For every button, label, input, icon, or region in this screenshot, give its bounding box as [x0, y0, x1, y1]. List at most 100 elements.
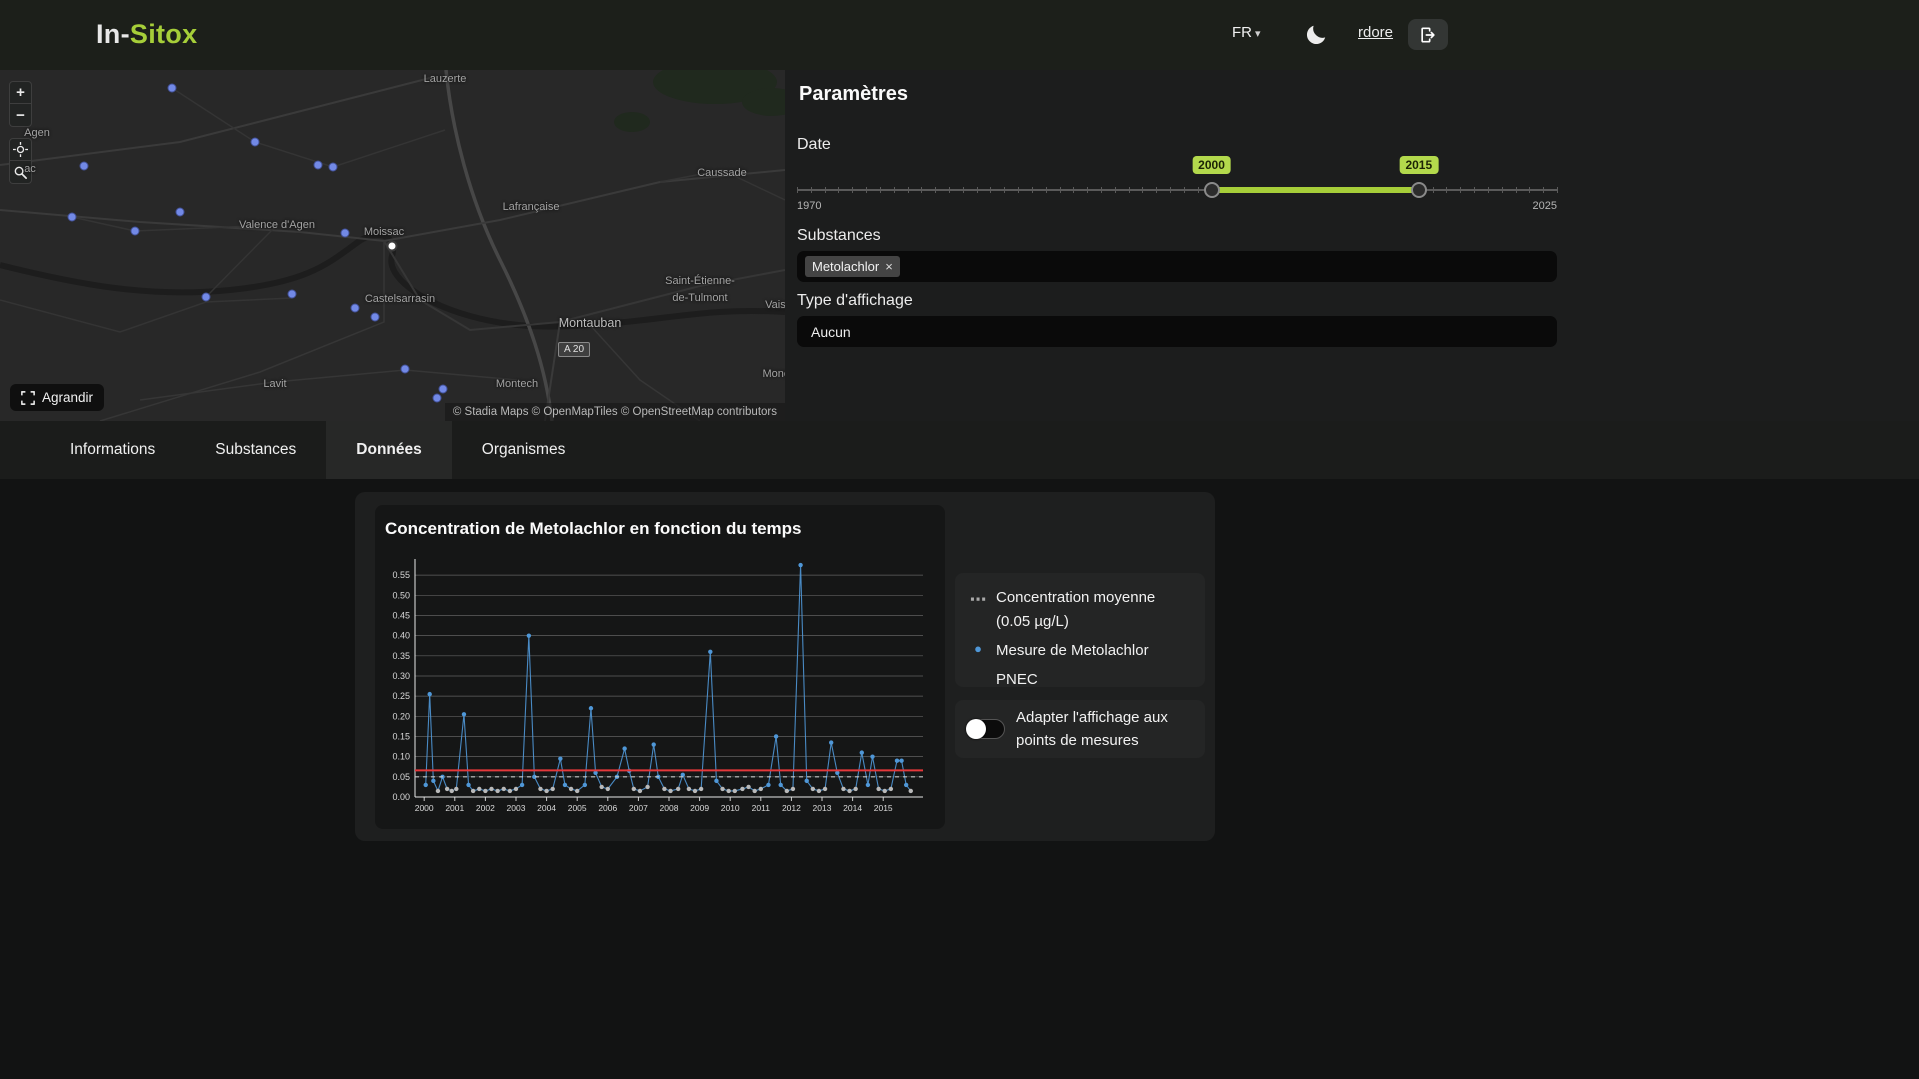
crosshair-icon	[13, 142, 28, 157]
tab-organismes[interactable]: Organismes	[452, 421, 596, 479]
svg-text:2015: 2015	[874, 803, 893, 813]
display-adapt-option: Adapter l'affichage aux points de mesure…	[955, 700, 1205, 758]
svg-text:0.45: 0.45	[392, 610, 410, 620]
map-marker[interactable]	[433, 394, 442, 403]
legend-item-mean: ⋯ Concentration moyenne (0.05 µg/L)	[969, 586, 1191, 634]
svg-text:0.30: 0.30	[392, 671, 410, 681]
substances-input[interactable]: Metolachlor ×	[797, 251, 1557, 282]
map-marker[interactable]	[131, 227, 140, 236]
zoom-out-button[interactable]: −	[9, 104, 32, 127]
legend-label-mean: Concentration moyenne (0.05 µg/L)	[996, 586, 1191, 634]
svg-text:2008: 2008	[660, 803, 679, 813]
svg-text:2005: 2005	[568, 803, 587, 813]
map-marker[interactable]	[288, 290, 297, 299]
map-marker[interactable]	[202, 293, 211, 302]
map-marker[interactable]	[439, 385, 448, 394]
svg-text:0.20: 0.20	[392, 711, 410, 721]
map-marker[interactable]	[168, 84, 177, 93]
map-attribution[interactable]: © Stadia Maps © OpenMapTiles © OpenStree…	[445, 403, 785, 421]
legend-item-measure: ● Mesure de Metolachlor	[969, 639, 1191, 663]
tab-informations[interactable]: Informations	[40, 421, 185, 479]
date-range-slider: 2000 2015 1970 2025	[797, 170, 1557, 216]
expand-icon	[21, 391, 35, 405]
map-controls: + −	[9, 81, 32, 184]
svg-text:0.40: 0.40	[392, 631, 410, 641]
brand-accent: Sitox	[130, 19, 198, 49]
svg-text:2004: 2004	[537, 803, 556, 813]
page: In-Sitox FR▾ rdore	[0, 0, 1919, 1079]
slider-track[interactable]	[797, 189, 1557, 191]
map-marker[interactable]	[176, 208, 185, 217]
tab-substances[interactable]: Substances	[185, 421, 326, 479]
svg-text:2013: 2013	[813, 803, 832, 813]
chip-remove-icon[interactable]: ×	[885, 259, 893, 274]
legend-label-measure: Mesure de Metolachlor	[996, 639, 1149, 663]
slider-min-label: 1970	[797, 200, 821, 212]
moon-icon	[1303, 22, 1329, 48]
slider-handle-from[interactable]	[1204, 182, 1220, 198]
date-label: Date	[797, 136, 831, 154]
svg-text:0.25: 0.25	[392, 691, 410, 701]
svg-text:2010: 2010	[721, 803, 740, 813]
data-card: Concentration de Metolachlor en fonction…	[355, 492, 1215, 841]
map-marker[interactable]	[251, 138, 260, 147]
map-marker[interactable]	[68, 213, 77, 222]
substances-label: Substances	[797, 227, 881, 245]
svg-text:2007: 2007	[629, 803, 648, 813]
map-marker[interactable]	[351, 304, 360, 313]
chart-title: Concentration de Metolachlor en fonction…	[385, 519, 802, 539]
display-type-label: Type d'affichage	[797, 292, 913, 310]
map-marker[interactable]	[80, 162, 89, 171]
adapt-display-label: Adapter l'affichage aux points de mesure…	[1016, 706, 1193, 753]
map-marker[interactable]	[371, 313, 380, 322]
map-marker[interactable]	[401, 365, 410, 374]
slider-handle-to[interactable]	[1411, 182, 1427, 198]
slider-value-from: 2000	[1192, 156, 1231, 174]
slider-max-label: 2025	[1533, 200, 1557, 212]
substance-chip: Metolachlor ×	[805, 256, 900, 277]
zoom-in-button[interactable]: +	[9, 81, 32, 104]
parameters-title: Paramètres	[799, 83, 908, 106]
brand-logo[interactable]: In-Sitox	[96, 19, 197, 50]
map-marker[interactable]	[341, 229, 350, 238]
display-type-value: Aucun	[811, 324, 851, 340]
search-button[interactable]	[9, 161, 32, 184]
svg-text:2012: 2012	[782, 803, 801, 813]
chevron-down-icon: ▾	[1255, 28, 1261, 40]
logout-button[interactable]	[1408, 19, 1448, 50]
map-marker-selected[interactable]	[387, 241, 398, 252]
display-type-select[interactable]: Aucun	[797, 316, 1557, 347]
toggle-knob	[966, 719, 986, 739]
map[interactable]: A 20 + − Agrandir © Stad	[0, 70, 785, 421]
dark-mode-toggle[interactable]	[1303, 22, 1329, 48]
chart-legend: ⋯ Concentration moyenne (0.05 µg/L) ● Me…	[955, 573, 1205, 687]
logout-icon	[1418, 25, 1438, 45]
svg-text:2009: 2009	[690, 803, 709, 813]
locate-button[interactable]	[9, 138, 32, 161]
search-icon	[13, 165, 28, 180]
slider-selected-range	[1212, 187, 1419, 193]
navbar: In-Sitox FR▾ rdore	[0, 0, 1919, 70]
svg-text:2011: 2011	[752, 803, 771, 813]
svg-text:2006: 2006	[598, 803, 617, 813]
svg-text:2014: 2014	[843, 803, 862, 813]
username-link[interactable]: rdore	[1358, 24, 1393, 41]
enlarge-map-button[interactable]: Agrandir	[10, 384, 104, 411]
tabs-bar: InformationsSubstancesDonnéesOrganismes	[0, 421, 1919, 479]
adapt-display-toggle[interactable]	[967, 719, 1005, 739]
point-marker-icon: ●	[969, 639, 987, 663]
enlarge-map-label: Agrandir	[42, 390, 93, 405]
map-marker[interactable]	[314, 161, 323, 170]
substance-chip-label: Metolachlor	[812, 259, 879, 274]
svg-text:2001: 2001	[445, 803, 464, 813]
chart-panel: Concentration de Metolachlor en fonction…	[375, 505, 945, 829]
svg-text:0.35: 0.35	[392, 651, 410, 661]
language-dropdown[interactable]: FR▾	[1232, 24, 1261, 41]
parameters-panel: Paramètres Date 2000 2015 1970 2025 Subs…	[785, 70, 1919, 421]
svg-text:2003: 2003	[507, 803, 526, 813]
map-marker[interactable]	[329, 163, 338, 172]
tab-données[interactable]: Données	[326, 421, 451, 479]
svg-text:0.05: 0.05	[392, 772, 410, 782]
svg-text:0.10: 0.10	[392, 752, 410, 762]
svg-text:0.15: 0.15	[392, 731, 410, 741]
